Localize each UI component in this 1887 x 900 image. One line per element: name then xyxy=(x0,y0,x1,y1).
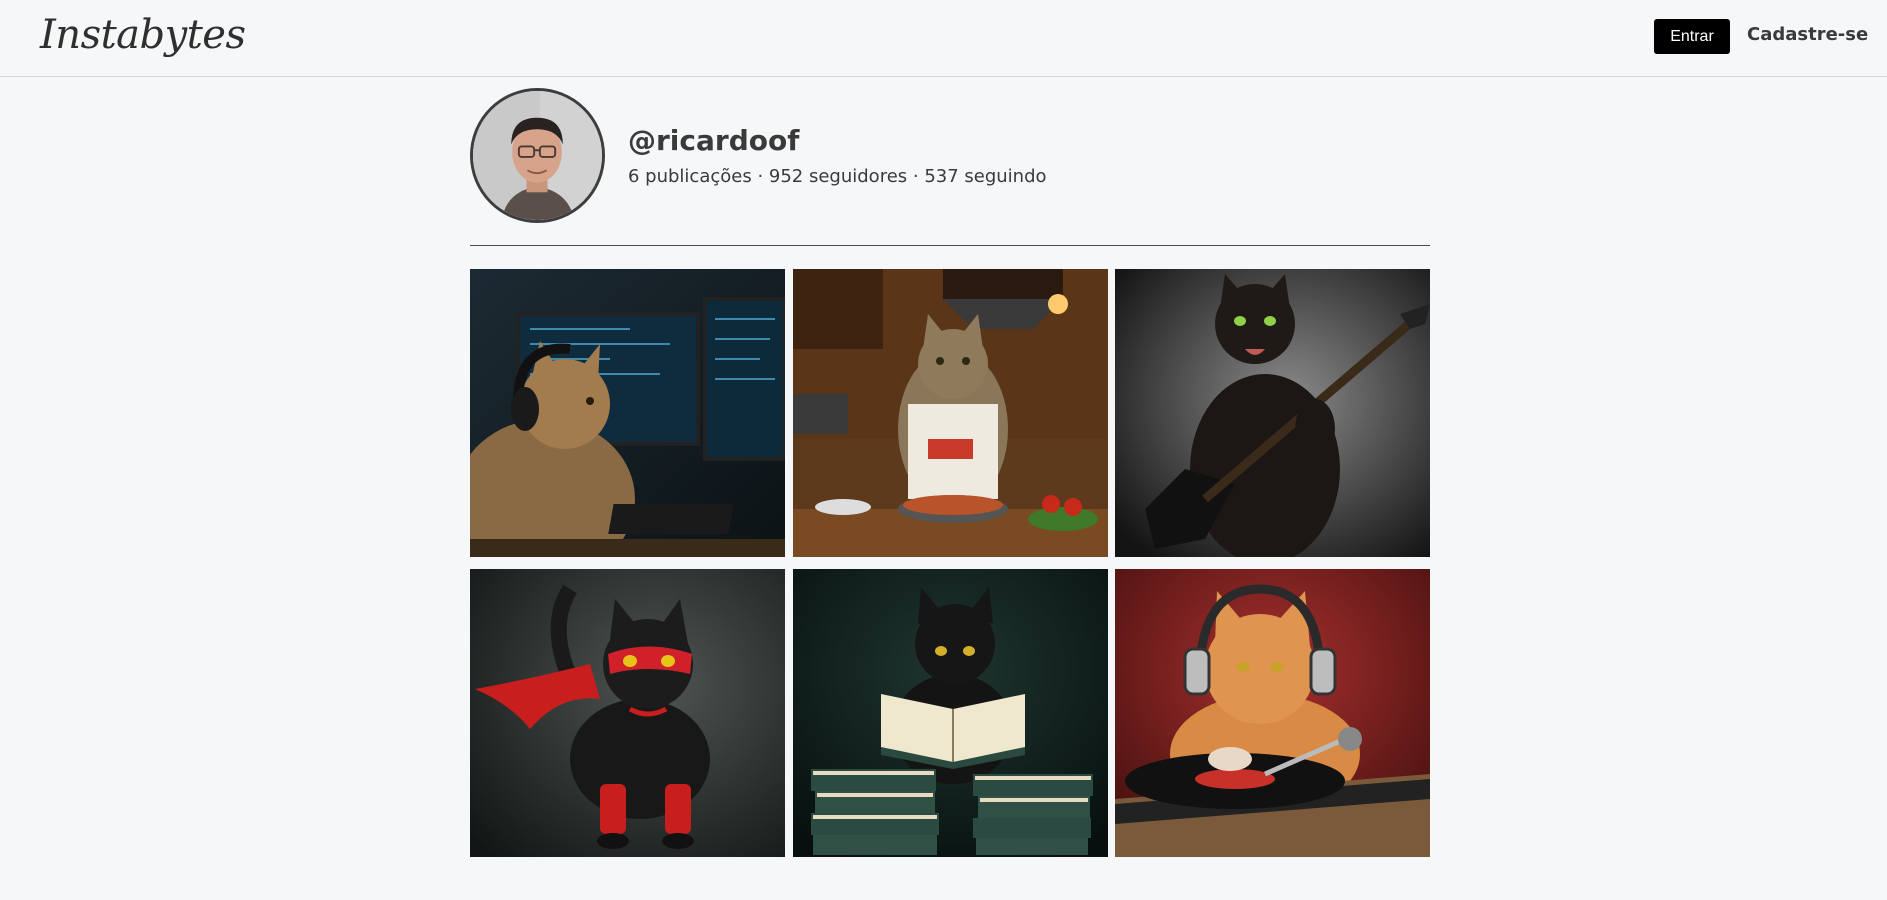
cat-chef-image xyxy=(792,269,1108,557)
post-cat-reader[interactable] xyxy=(792,569,1108,857)
signup-link[interactable]: Cadastre-se xyxy=(1747,24,1868,45)
post-cat-superhero[interactable] xyxy=(470,569,785,857)
post-cat-guitarist[interactable] xyxy=(1115,269,1430,557)
app-logo[interactable]: Instabytes xyxy=(40,12,246,58)
login-button[interactable]: Entrar xyxy=(1654,19,1730,54)
posts-grid xyxy=(470,269,1430,857)
profile-stats: 6 publicações · 952 seguidores · 537 seg… xyxy=(628,166,1047,187)
cat-programmer-image xyxy=(470,269,785,557)
cat-dj-image xyxy=(1115,569,1430,857)
profile-username: @ricardoof xyxy=(628,124,800,157)
profile-avatar xyxy=(470,88,605,223)
cat-superhero-image xyxy=(470,569,785,857)
cat-reader-image xyxy=(792,569,1108,857)
profile-divider xyxy=(470,245,1430,246)
avatar-photo xyxy=(473,91,602,220)
cat-guitarist-image xyxy=(1115,269,1430,557)
post-cat-chef[interactable] xyxy=(792,269,1108,557)
post-cat-programmer[interactable] xyxy=(470,269,785,557)
top-navbar: Instabytes Entrar Cadastre-se xyxy=(0,0,1887,77)
post-cat-dj[interactable] xyxy=(1115,569,1430,857)
